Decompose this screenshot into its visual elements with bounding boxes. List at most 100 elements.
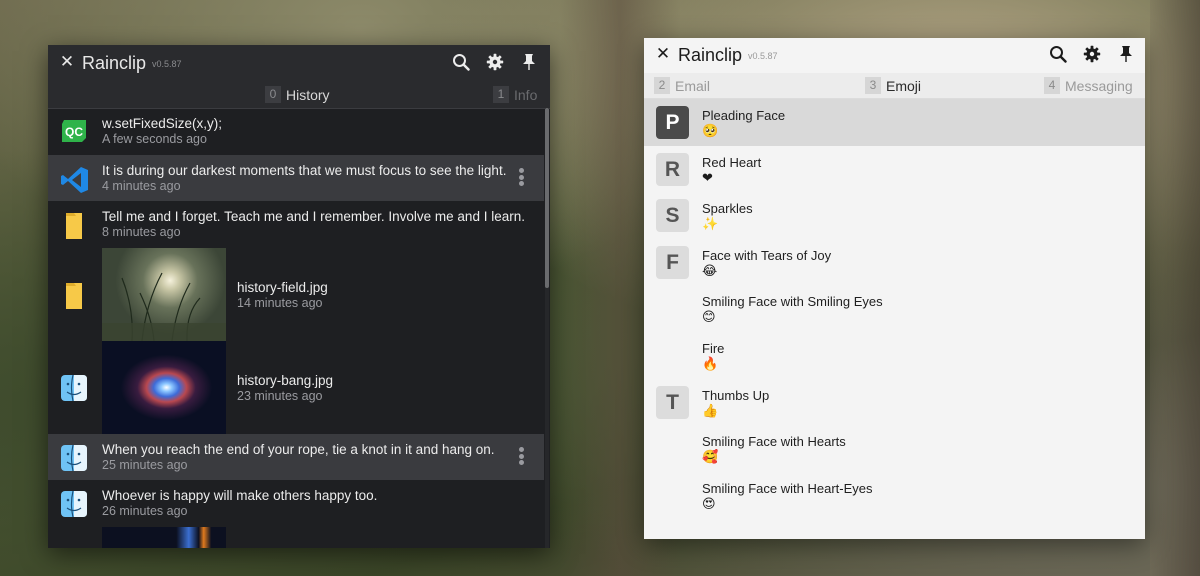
close-icon[interactable]: ✕ bbox=[57, 51, 77, 73]
gear-icon[interactable] bbox=[1081, 43, 1103, 65]
app-title: Rainclip v0.5.87 bbox=[678, 43, 778, 68]
emoji-name: Fire bbox=[702, 340, 725, 356]
scrollbar[interactable] bbox=[545, 108, 549, 548]
tab-number: 0 bbox=[265, 86, 281, 103]
list-item[interactable]: T Thumbs Up 👍 bbox=[644, 379, 1145, 426]
item-time: 23 minutes ago bbox=[237, 388, 323, 403]
tab-bar: 2 Email 3 Emoji 4 Messaging bbox=[644, 73, 1145, 99]
image-thumbnail-nebula bbox=[102, 340, 226, 434]
list-item[interactable]: history-bang.jpg 23 minutes ago bbox=[48, 340, 544, 434]
list-item[interactable]: F Face with Tears of Joy 😂 bbox=[644, 239, 1145, 286]
scrollbar-thumb[interactable] bbox=[545, 108, 549, 288]
tab-label: Messaging bbox=[1065, 77, 1133, 94]
item-time: 25 minutes ago bbox=[102, 457, 188, 472]
qt-creator-icon: QC bbox=[60, 118, 88, 146]
more-options-icon[interactable] bbox=[516, 167, 526, 191]
emoji-name: Smiling Face with Smiling Eyes bbox=[702, 294, 883, 310]
tab-bar: 0 History 1 Info bbox=[48, 85, 550, 109]
list-item[interactable]: S Sparkles ✨ bbox=[644, 192, 1145, 239]
emoji-glyph: 😂 bbox=[702, 263, 718, 279]
item-title: history-bang.jpg bbox=[237, 372, 334, 388]
tab-messaging[interactable]: 4 Messaging bbox=[1044, 77, 1133, 94]
search-icon[interactable] bbox=[1047, 43, 1069, 65]
tab-label: Email bbox=[675, 77, 711, 94]
app-title: Rainclip v0.5.87 bbox=[82, 51, 182, 76]
tab-number: 3 bbox=[865, 77, 881, 94]
emoji-glyph: 😊 bbox=[702, 310, 716, 326]
finder-icon bbox=[60, 444, 88, 472]
title-bar: ✕ Rainclip v0.5.87 bbox=[48, 45, 550, 85]
close-icon[interactable]: ✕ bbox=[653, 43, 673, 65]
search-icon[interactable] bbox=[450, 51, 472, 73]
tab-emoji[interactable]: 3 Emoji bbox=[865, 77, 921, 94]
finder-icon bbox=[60, 490, 88, 518]
tab-number: 2 bbox=[654, 77, 670, 94]
list-item[interactable]: history-field.jpg 14 minutes ago bbox=[48, 247, 544, 341]
list-item[interactable]: Tell me and I forget. Teach me and I rem… bbox=[48, 201, 544, 248]
app-name: Rainclip bbox=[678, 45, 743, 65]
list-item[interactable]: It is during our darkest moments that we… bbox=[48, 154, 544, 201]
list-item[interactable]: Smiling Face with Smiling Eyes 😊 bbox=[644, 285, 1145, 332]
list-item[interactable]: R Red Heart ❤ bbox=[644, 146, 1145, 193]
list-item-partial[interactable] bbox=[48, 526, 544, 548]
app-version: v0.5.87 bbox=[152, 59, 182, 70]
item-time: 26 minutes ago bbox=[102, 504, 188, 518]
list-item[interactable]: When you reach the end of your rope, tie… bbox=[48, 433, 544, 480]
list-item[interactable]: QC w.setFixedSize(x,y); A few seconds ag… bbox=[48, 108, 544, 155]
item-time: 4 minutes ago bbox=[102, 178, 181, 193]
pin-icon[interactable] bbox=[1115, 43, 1137, 65]
tab-info[interactable]: 1 Info bbox=[493, 86, 537, 103]
emoji-name: Thumbs Up bbox=[702, 387, 770, 403]
item-title: Whoever is happy will make others happy … bbox=[102, 488, 378, 503]
emoji-glyph: 👍 bbox=[702, 403, 719, 419]
image-thumbnail-field bbox=[102, 247, 226, 341]
list-item[interactable]: Smiling Face with Hearts 🥰 bbox=[644, 425, 1145, 472]
title-bar: ✕ Rainclip v0.5.87 bbox=[644, 38, 1145, 73]
emoji-name: Pleading Face bbox=[702, 108, 786, 123]
tab-history[interactable]: 0 History bbox=[265, 86, 330, 103]
image-thumbnail-partial bbox=[102, 526, 226, 548]
app-version: v0.5.87 bbox=[748, 51, 778, 62]
pin-icon[interactable] bbox=[518, 51, 540, 73]
list-item[interactable]: Smiling Face with Heart-Eyes 😍 bbox=[644, 472, 1145, 519]
gear-icon[interactable] bbox=[484, 51, 506, 73]
tab-number: 1 bbox=[493, 86, 509, 103]
item-time: 14 minutes ago bbox=[237, 295, 323, 310]
app-name: Rainclip bbox=[82, 53, 147, 73]
emoji-glyph: 😍 bbox=[702, 496, 716, 512]
letter-badge: S bbox=[656, 199, 689, 233]
desktop-rock-texture bbox=[1150, 0, 1200, 576]
emoji-name: Smiling Face with Hearts bbox=[702, 434, 846, 450]
emoji-glyph: 🔥 bbox=[702, 356, 719, 372]
tab-email[interactable]: 2 Email bbox=[654, 77, 710, 94]
emoji-list: P Pleading Face 🥺 R Red Heart ❤ S Sparkl… bbox=[644, 99, 1145, 539]
svg-text:QC: QC bbox=[65, 125, 83, 139]
emoji-glyph: 🥺 bbox=[702, 124, 719, 139]
tab-number: 4 bbox=[1044, 77, 1060, 94]
tab-label: Emoji bbox=[886, 77, 922, 94]
emoji-name: Sparkles bbox=[702, 201, 753, 217]
emoji-glyph: ❤ bbox=[702, 170, 713, 186]
history-list: QC w.setFixedSize(x,y); A few seconds ag… bbox=[48, 108, 544, 548]
rainclip-window-dark: ✕ Rainclip v0.5.87 0 History 1 Info QC w… bbox=[48, 45, 550, 548]
finder-icon bbox=[60, 374, 88, 402]
folder-icon bbox=[60, 211, 88, 239]
item-title: history-field.jpg bbox=[237, 279, 328, 295]
tab-label: Info bbox=[514, 86, 538, 103]
rainclip-window-light: ✕ Rainclip v0.5.87 2 Email 3 Emoji 4 Mes… bbox=[644, 38, 1145, 539]
item-title: It is during our darkest moments that we… bbox=[102, 162, 507, 178]
toolbar-icons bbox=[450, 51, 540, 73]
item-time: 8 minutes ago bbox=[102, 225, 181, 239]
item-title: w.setFixedSize(x,y); bbox=[102, 116, 223, 131]
tab-label: History bbox=[286, 86, 330, 103]
letter-badge: P bbox=[656, 106, 689, 139]
more-options-icon[interactable] bbox=[516, 446, 526, 470]
emoji-name: Smiling Face with Heart-Eyes bbox=[702, 480, 873, 496]
emoji-name: Red Heart bbox=[702, 154, 762, 170]
toolbar-icons bbox=[1047, 43, 1137, 65]
letter-badge: T bbox=[656, 385, 689, 419]
item-time: A few seconds ago bbox=[102, 132, 207, 146]
list-item[interactable]: Whoever is happy will make others happy … bbox=[48, 480, 544, 527]
list-item[interactable]: Fire 🔥 bbox=[644, 332, 1145, 379]
list-item[interactable]: P Pleading Face 🥺 bbox=[644, 99, 1145, 146]
